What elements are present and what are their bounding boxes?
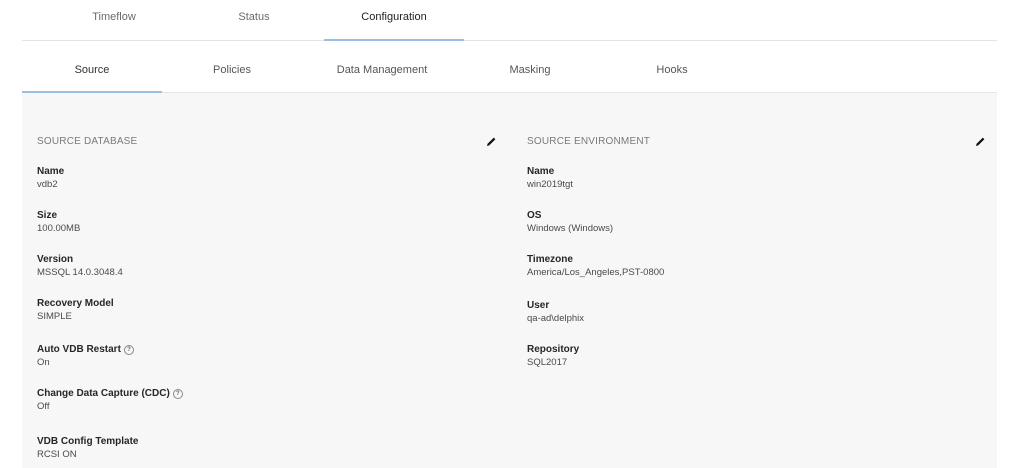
field-label: Recovery Model [37, 298, 114, 309]
subtab-policies[interactable]: Policies [162, 52, 302, 92]
field-timezone: Timezone America/Los_Angeles,PST-0800 [527, 253, 664, 279]
field-auto-vdb-restart: Auto VDB Restart? On [37, 343, 134, 369]
field-version: Version MSSQL 14.0.3048.4 [37, 253, 123, 279]
field-label-row: Auto VDB Restart? [37, 343, 134, 356]
field-value: vdb2 [37, 179, 58, 190]
subtab-hooks[interactable]: Hooks [602, 52, 742, 92]
field-env-name: Name win2019tgt [527, 165, 573, 191]
field-value: 100.00MB [37, 223, 81, 234]
field-value: SQL2017 [527, 357, 568, 368]
field-value: qa-ad\delphix [527, 313, 585, 324]
field-value: SIMPLE [37, 311, 72, 322]
source-environment-section: SOURCE ENVIRONMENT Name win2019tgt OS Wi… [512, 93, 997, 468]
pencil-icon[interactable] [484, 135, 498, 149]
field-value: MSSQL 14.0.3048.4 [37, 267, 123, 278]
field-value: Off [37, 401, 50, 412]
field-label: VDB Config Template [37, 436, 139, 447]
subtab-masking[interactable]: Masking [460, 52, 600, 92]
top-tab-bar: Timeflow Status Configuration [22, 0, 997, 41]
source-database-section: SOURCE DATABASE Name vdb2 Size 100.00MB … [22, 93, 512, 468]
subtab-source[interactable]: Source [22, 52, 162, 93]
field-label: Change Data Capture (CDC) [37, 388, 170, 399]
field-label: Timezone [527, 254, 573, 265]
field-label: Name [37, 166, 65, 177]
help-circle-icon[interactable]: ? [172, 389, 183, 399]
sub-tab-bar: Source Policies Data Management Masking … [22, 52, 997, 93]
tab-status[interactable]: Status [184, 0, 324, 40]
field-label: Version [37, 254, 74, 265]
section-title: SOURCE DATABASE [37, 136, 138, 147]
field-os: OS Windows (Windows) [527, 209, 613, 235]
field-label: Size [37, 210, 58, 221]
field-change-data-capture: Change Data Capture (CDC)? Off [37, 387, 183, 413]
pencil-icon[interactable] [973, 135, 987, 149]
field-label-row: Change Data Capture (CDC)? [37, 387, 183, 400]
tab-configuration[interactable]: Configuration [324, 0, 464, 41]
field-recovery-model: Recovery Model SIMPLE [37, 297, 114, 323]
subtab-data-management[interactable]: Data Management [312, 52, 452, 92]
field-value: On [37, 357, 50, 368]
tab-timeflow[interactable]: Timeflow [44, 0, 184, 40]
field-label: Repository [527, 344, 580, 355]
source-config-panel: SOURCE DATABASE Name vdb2 Size 100.00MB … [22, 93, 997, 468]
field-name: Name vdb2 [37, 165, 64, 191]
section-title: SOURCE ENVIRONMENT [527, 136, 651, 147]
field-label: User [527, 300, 550, 311]
field-vdb-config-template: VDB Config Template RCSI ON [37, 435, 138, 461]
help-circle-icon[interactable]: ? [123, 345, 134, 355]
field-value: America/Los_Angeles,PST-0800 [527, 267, 665, 278]
field-value: Windows (Windows) [527, 223, 614, 234]
field-label: Auto VDB Restart [37, 344, 121, 355]
field-repository: Repository SQL2017 [527, 343, 579, 369]
field-user: User qa-ad\delphix [527, 299, 584, 325]
field-size: Size 100.00MB [37, 209, 80, 235]
field-label: OS [527, 210, 542, 221]
field-label: Name [527, 166, 555, 177]
field-value: win2019tgt [527, 179, 573, 190]
field-value: RCSI ON [37, 449, 77, 460]
